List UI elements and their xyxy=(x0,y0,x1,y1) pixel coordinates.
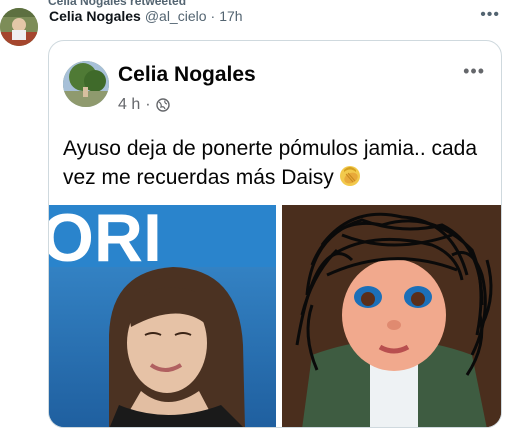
fb-post-body: Ayuso deja de ponerte pómulos jamia.. ca… xyxy=(63,137,478,189)
avatar-image xyxy=(0,8,38,46)
tweet-separator: · xyxy=(210,8,216,24)
tweet-handle[interactable]: @al_cielo xyxy=(145,8,207,24)
avatar[interactable] xyxy=(0,8,38,46)
fb-post-text: Ayuso deja de ponerte pómulos jamia.. ca… xyxy=(63,134,493,192)
fb-meta-separator: · xyxy=(145,96,151,113)
face-palm-emoji xyxy=(339,166,360,186)
photo-right-image xyxy=(282,205,501,427)
photo-left-text: ORI xyxy=(49,205,162,276)
fb-more-icon: ••• xyxy=(463,61,485,81)
tweet-timestamp[interactable]: 17h xyxy=(219,8,242,24)
tweet-author-name[interactable]: Celia Nogales xyxy=(49,8,141,24)
retweet-indicator[interactable]: Celia Nogales retweeted xyxy=(48,0,186,8)
tweet-header: Celia Nogales @al_cielo · 17h xyxy=(49,8,243,24)
more-horizontal-icon[interactable]: ••• xyxy=(480,6,500,24)
fb-avatar xyxy=(63,61,109,107)
fb-post-time: 4 h xyxy=(118,96,141,113)
photo-right xyxy=(282,205,501,427)
globe-icon xyxy=(155,98,170,112)
fb-author-name: Celia Nogales xyxy=(118,63,256,86)
photo-left-image: ORI xyxy=(49,205,276,427)
fb-avatar-image xyxy=(63,61,109,107)
tweet-media-card[interactable]: Celia Nogales 4 h · ••• Ayuso deja de po… xyxy=(48,40,502,428)
fb-post-meta: 4 h · xyxy=(118,96,170,114)
photo-left: ORI xyxy=(49,205,276,427)
